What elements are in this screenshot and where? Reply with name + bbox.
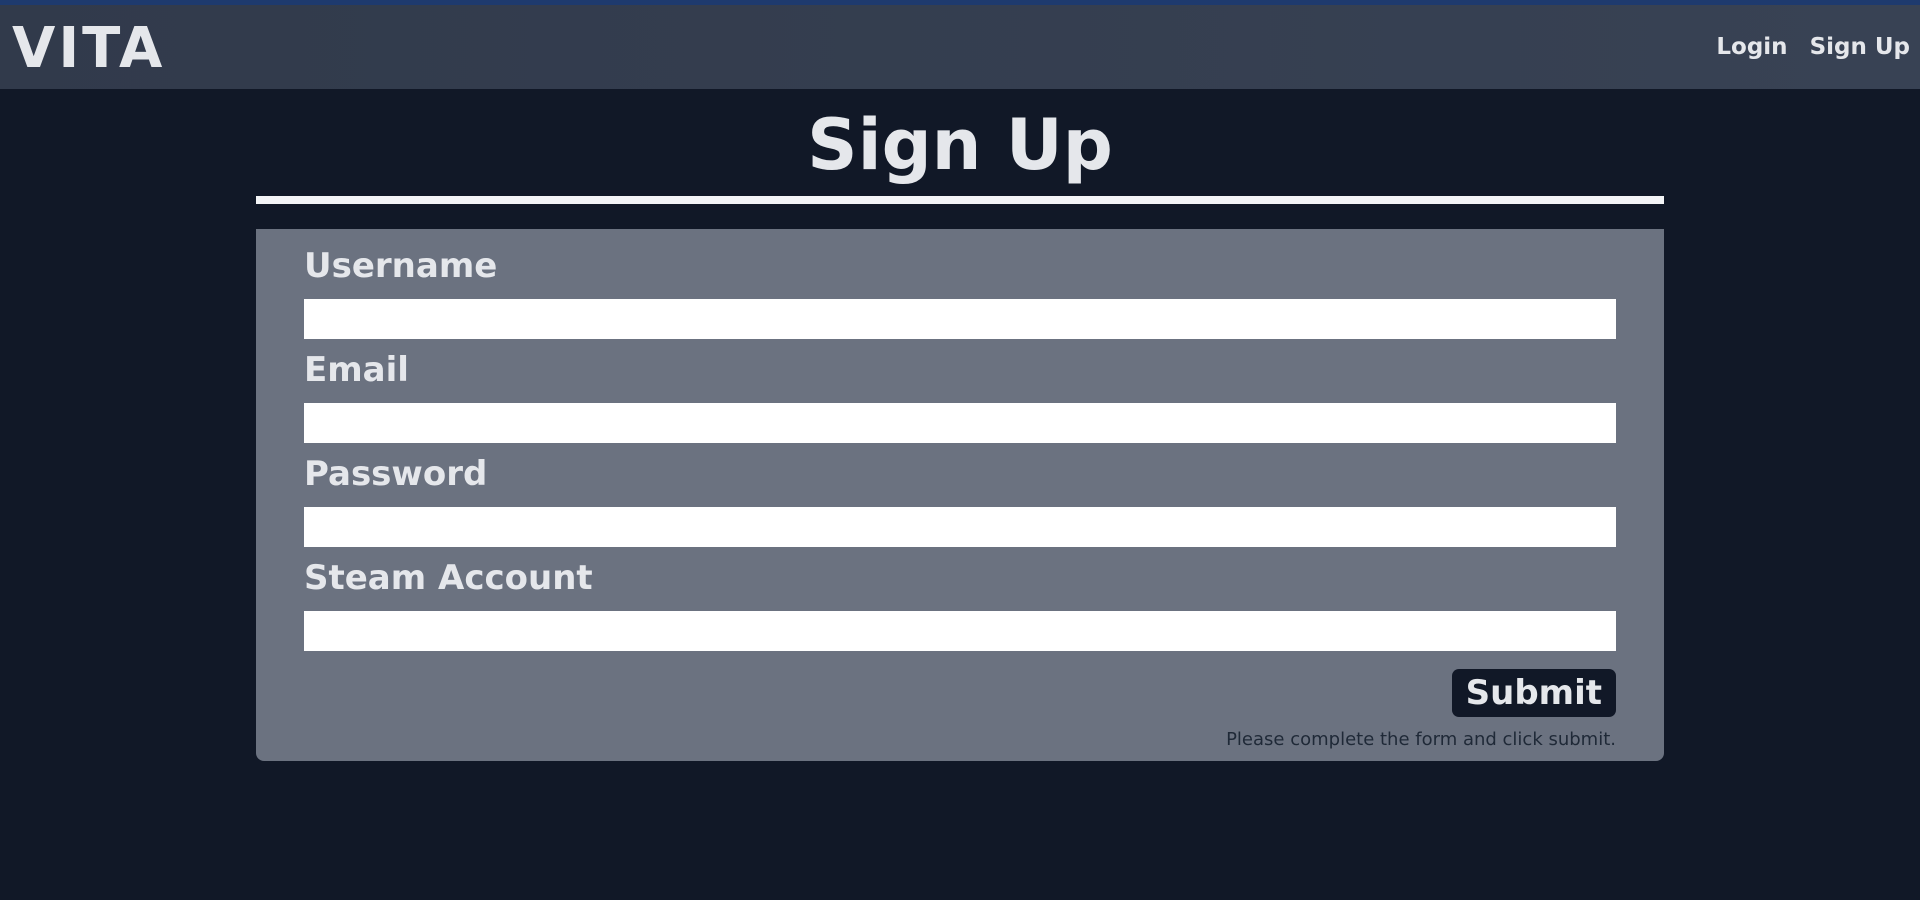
email-input[interactable] xyxy=(304,403,1616,443)
site-logo[interactable]: VITA xyxy=(12,21,165,77)
email-label: Email xyxy=(304,350,409,390)
form-status-message: Please complete the form and click submi… xyxy=(1226,729,1616,750)
title-divider xyxy=(256,196,1664,204)
steam-account-input[interactable] xyxy=(304,611,1616,651)
page-title: Sign Up xyxy=(807,104,1113,186)
username-input[interactable] xyxy=(304,299,1616,339)
password-label: Password xyxy=(304,454,488,494)
submit-button[interactable]: Submit xyxy=(1451,669,1616,717)
signup-form: Username Email Password Steam Account Su… xyxy=(256,229,1664,761)
nav-signup-link[interactable]: Sign Up xyxy=(1810,34,1910,60)
submit-row: Submit xyxy=(304,669,1616,717)
password-input[interactable] xyxy=(304,507,1616,547)
site-header: VITA Login Sign Up xyxy=(0,5,1920,89)
username-label: Username xyxy=(304,246,498,286)
header-nav: Login Sign Up xyxy=(1716,34,1910,60)
steam-account-label: Steam Account xyxy=(304,558,593,598)
nav-login-link[interactable]: Login xyxy=(1716,34,1787,60)
